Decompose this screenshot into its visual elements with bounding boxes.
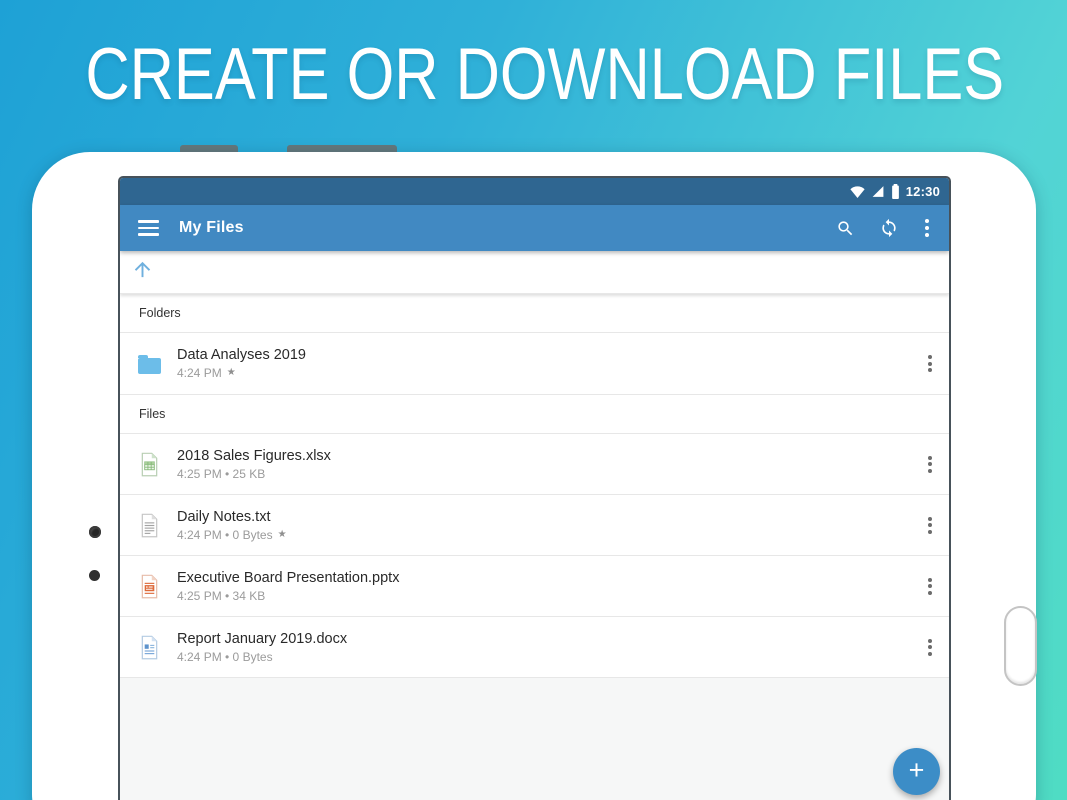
- item-text: Daily Notes.txt 4:24 PM • 0 Bytes ★: [177, 509, 287, 542]
- item-overflow-icon[interactable]: [924, 450, 936, 479]
- app-bar: My Files: [120, 205, 949, 251]
- item-meta: 4:24 PM ★: [177, 366, 306, 380]
- item-text: Executive Board Presentation.pptx 4:25 P…: [177, 570, 399, 603]
- item-text: Report January 2019.docx 4:24 PM • 0 Byt…: [177, 631, 347, 664]
- item-text: 2018 Sales Figures.xlsx 4:25 PM • 25 KB: [177, 448, 331, 481]
- item-overflow-icon[interactable]: [924, 633, 936, 662]
- file-row[interactable]: 2018 Sales Figures.xlsx 4:25 PM • 25 KB: [120, 434, 949, 495]
- wifi-icon: [850, 185, 865, 198]
- folders-section-header: Folders: [120, 294, 949, 333]
- banner-title: CREATE OR DOWNLOAD FILES: [85, 34, 1005, 115]
- battery-icon: [891, 184, 900, 199]
- folder-row[interactable]: Data Analyses 2019 4:24 PM ★: [120, 333, 949, 395]
- tablet-device-frame: 12:30 My Files Folders Data Analyses 201…: [32, 152, 1037, 800]
- tablet-home-button: [1004, 606, 1037, 686]
- item-text: Data Analyses 2019 4:24 PM ★: [177, 347, 306, 380]
- spreadsheet-file-icon: [137, 452, 161, 477]
- item-name: Executive Board Presentation.pptx: [177, 569, 400, 586]
- item-overflow-icon[interactable]: [924, 349, 936, 378]
- file-row[interactable]: Daily Notes.txt 4:24 PM • 0 Bytes ★: [120, 495, 949, 556]
- folders-section-label: Folders: [139, 306, 181, 320]
- app-bar-actions: [836, 217, 931, 239]
- item-meta: 4:25 PM • 34 KB: [177, 589, 399, 603]
- word-file-icon: [137, 635, 161, 660]
- search-icon[interactable]: [836, 219, 855, 238]
- item-name: Daily Notes.txt: [177, 508, 271, 525]
- folder-icon: [137, 354, 161, 374]
- item-name: 2018 Sales Figures.xlsx: [177, 447, 331, 464]
- status-bar: 12:30: [120, 178, 949, 205]
- light-sensor: [89, 570, 100, 581]
- item-meta-text: 4:24 PM: [177, 366, 222, 380]
- item-meta: 4:25 PM • 25 KB: [177, 467, 331, 481]
- file-row[interactable]: Report January 2019.docx 4:24 PM • 0 Byt…: [120, 617, 949, 678]
- navigate-up-row[interactable]: [120, 251, 949, 294]
- item-meta: 4:24 PM • 0 Bytes ★: [177, 528, 287, 542]
- star-icon: ★: [277, 528, 287, 540]
- item-meta-text: 4:24 PM • 0 Bytes: [177, 649, 273, 664]
- item-overflow-icon[interactable]: [924, 511, 936, 540]
- add-fab-button[interactable]: +: [893, 748, 940, 795]
- files-section-label: Files: [139, 407, 166, 421]
- arrow-up-icon: [131, 258, 154, 286]
- text-file-icon: [137, 513, 161, 538]
- page-title: My Files: [179, 219, 244, 236]
- item-name: Report January 2019.docx: [177, 630, 348, 647]
- item-name: Data Analyses 2019: [177, 347, 306, 363]
- plus-icon: +: [908, 755, 925, 785]
- item-meta-text: 4:24 PM • 0 Bytes: [177, 527, 273, 542]
- sync-icon[interactable]: [879, 218, 899, 238]
- app-screen: 12:30 My Files Folders Data Analyses 201…: [118, 176, 951, 800]
- menu-icon[interactable]: [138, 216, 159, 240]
- files-section-header: Files: [120, 395, 949, 434]
- file-row[interactable]: Executive Board Presentation.pptx 4:25 P…: [120, 556, 949, 617]
- cellular-signal-icon: [871, 185, 885, 198]
- front-camera: [89, 526, 101, 538]
- presentation-file-icon: [137, 574, 161, 599]
- marketing-screenshot: CREATE OR DOWNLOAD FILES 12:30 My Files …: [0, 0, 1067, 800]
- overflow-menu-icon[interactable]: [923, 217, 931, 239]
- status-time: 12:30: [905, 184, 940, 199]
- item-meta-text: 4:25 PM • 34 KB: [177, 588, 266, 603]
- item-overflow-icon[interactable]: [924, 572, 936, 601]
- item-meta: 4:24 PM • 0 Bytes: [177, 650, 347, 664]
- item-meta-text: 4:25 PM • 25 KB: [177, 466, 266, 481]
- star-icon: ★: [226, 367, 236, 378]
